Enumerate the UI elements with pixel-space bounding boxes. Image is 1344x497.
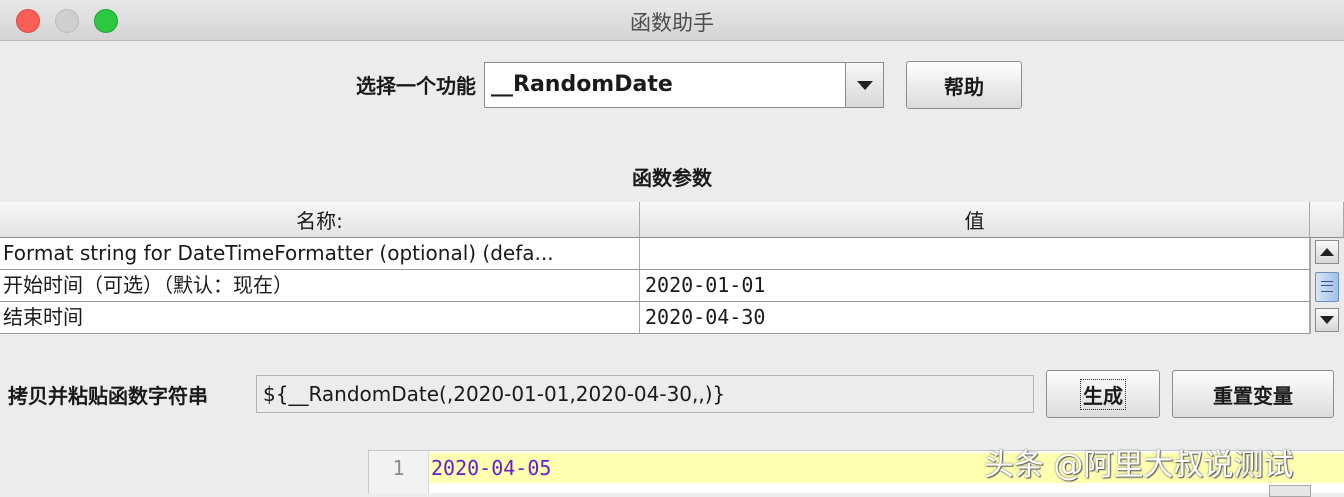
help-button[interactable]: 帮助	[906, 61, 1022, 109]
function-string-field[interactable]: ${__RandomDate(,2020-01-01,2020-04-30,,)…	[256, 375, 1034, 413]
function-select-value: __RandomDate	[491, 72, 673, 97]
function-select-label: 选择一个功能	[356, 74, 476, 98]
generate-button[interactable]: 生成	[1046, 370, 1160, 418]
line-number: 1	[369, 451, 429, 493]
generate-button-label: 生成	[1080, 378, 1126, 410]
function-select[interactable]: __RandomDate	[484, 62, 884, 108]
table-row[interactable]: 开始时间（可选）（默认：现在） 2020-01-01	[0, 270, 1310, 302]
params-section-title: 函数参数	[632, 166, 712, 190]
param-value-cell[interactable]: 2020-04-30	[640, 302, 1310, 334]
result-text[interactable]: 2020-04-05	[431, 453, 551, 483]
editor-scrollbar[interactable]	[1269, 485, 1311, 497]
table-row[interactable]: 结束时间 2020-04-30	[0, 302, 1310, 334]
param-name-cell[interactable]: Format string for DateTimeFormatter (opt…	[0, 238, 640, 270]
scroll-up-icon[interactable]	[1315, 240, 1339, 264]
scroll-down-icon[interactable]	[1315, 308, 1339, 332]
column-header-value[interactable]: 值	[640, 202, 1310, 238]
param-name-cell[interactable]: 开始时间（可选）（默认：现在）	[0, 270, 640, 302]
function-string-label: 拷贝并粘贴函数字符串	[8, 384, 208, 408]
param-value-cell[interactable]	[640, 238, 1310, 270]
table-row[interactable]: Format string for DateTimeFormatter (opt…	[0, 238, 1310, 270]
scroll-thumb[interactable]	[1315, 272, 1339, 302]
chevron-down-icon[interactable]	[845, 63, 883, 107]
param-name-cell[interactable]: 结束时间	[0, 302, 640, 334]
table-header-corner	[1310, 202, 1344, 238]
param-value-cell[interactable]: 2020-01-01	[640, 270, 1310, 302]
window-title: 函数助手	[630, 11, 714, 35]
reset-variables-button[interactable]: 重置变量	[1172, 370, 1334, 418]
title-bar: 函数助手	[0, 0, 1344, 41]
watermark: 头条 @阿里大叔说测试	[984, 448, 1294, 483]
column-header-name[interactable]: 名称:	[0, 202, 640, 238]
table-vertical-scrollbar[interactable]	[1310, 238, 1344, 334]
params-table: 名称: 值 Format string for DateTimeFormatte…	[0, 202, 1344, 336]
